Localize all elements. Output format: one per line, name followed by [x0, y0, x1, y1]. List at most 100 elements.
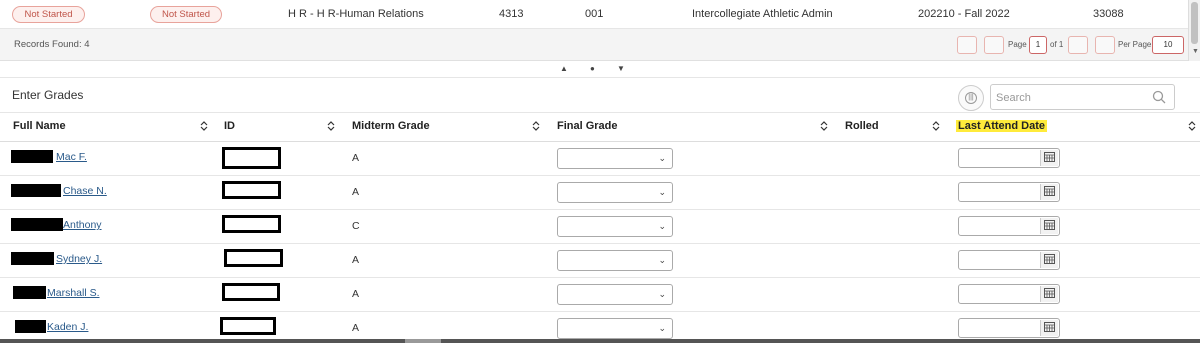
final-grade-select[interactable]: ⌄	[557, 318, 673, 339]
course-row[interactable]: Not Started Not Started H R - H R-Human …	[0, 0, 1188, 29]
final-grade-select[interactable]: ⌄	[557, 182, 673, 203]
collapse-up-icon[interactable]: ▲	[560, 64, 568, 73]
highlighted-label: Last Attend Date	[956, 120, 1047, 132]
panel-title: Enter Grades	[12, 88, 84, 102]
search-input[interactable]	[996, 90, 1146, 105]
midterm-grade: A	[352, 288, 360, 300]
last-attend-date-input[interactable]	[958, 318, 1060, 338]
per-page-label: Per Page	[1118, 40, 1152, 49]
redacted-surname	[11, 252, 54, 265]
course-subject: H R - H R-Human Relations	[288, 8, 424, 20]
scrollbar-thumb[interactable]	[405, 339, 441, 343]
splitter-dot-icon[interactable]: ●	[590, 64, 595, 73]
last-attend-date-input[interactable]	[958, 284, 1060, 304]
expand-down-icon[interactable]: ▼	[617, 64, 625, 73]
course-term: 202210 - Fall 2022	[918, 8, 1010, 20]
last-attend-date-input[interactable]	[958, 216, 1060, 236]
panel-divider	[0, 112, 1200, 113]
redacted-surname	[11, 150, 53, 163]
redacted-id	[222, 147, 281, 169]
sort-icon[interactable]	[327, 120, 335, 132]
calendar-icon[interactable]	[1040, 320, 1058, 336]
status-badge-grading: Not Started	[12, 6, 85, 23]
sort-icon[interactable]	[820, 120, 828, 132]
last-page-button[interactable]	[1095, 36, 1115, 54]
chevron-down-icon: ⌄	[658, 153, 666, 163]
student-name-link[interactable]: Kaden J.	[47, 321, 88, 333]
final-grade-select[interactable]: ⌄	[557, 250, 673, 271]
sort-icon[interactable]	[532, 120, 540, 132]
sort-icon[interactable]	[1188, 120, 1196, 132]
col-header-final-grade[interactable]: Final Grade	[557, 120, 618, 132]
page-label: Page	[1008, 40, 1027, 49]
last-attend-date-input[interactable]	[958, 182, 1060, 202]
calendar-icon[interactable]	[1040, 150, 1058, 166]
student-name-link[interactable]: Sydney J.	[56, 253, 102, 265]
student-name-link[interactable]: Chase N.	[63, 185, 107, 197]
chevron-down-icon: ⌄	[658, 221, 666, 231]
final-grade-select[interactable]: ⌄	[557, 148, 673, 169]
chevron-down-icon: ⌄	[658, 255, 666, 265]
redacted-surname	[11, 218, 63, 231]
redacted-id	[224, 249, 283, 267]
course-crn: 33088	[1093, 8, 1124, 20]
search-icon[interactable]	[1152, 90, 1166, 104]
page-of-label: of 1	[1050, 40, 1064, 49]
redacted-surname	[13, 286, 46, 299]
table-row: Anthony C ⌄	[0, 210, 1200, 244]
col-header-last-attend-date[interactable]: Last Attend Date	[956, 120, 1047, 132]
per-page-input[interactable]: 10	[1152, 36, 1184, 54]
sort-icon[interactable]	[932, 120, 940, 132]
redacted-id	[222, 215, 281, 233]
final-grade-select[interactable]: ⌄	[557, 284, 673, 305]
panel-splitter: ▲ ● ▼	[0, 61, 1200, 78]
chevron-down-icon: ⌄	[658, 289, 666, 299]
midterm-grade: A	[352, 152, 360, 164]
horizontal-scrollbar[interactable]	[0, 339, 1200, 343]
redacted-id	[222, 181, 281, 199]
table-row: Sydney J. A ⌄	[0, 244, 1200, 278]
next-page-button[interactable]	[1068, 36, 1088, 54]
last-attend-date-input[interactable]	[958, 250, 1060, 270]
prev-page-button[interactable]	[984, 36, 1004, 54]
records-found: Records Found: 4	[14, 39, 90, 50]
course-section: 001	[585, 8, 604, 20]
student-name-link[interactable]: Anthony	[63, 219, 102, 231]
status-badge-rolled: Not Started	[150, 6, 222, 23]
col-header-midterm-grade[interactable]: Midterm Grade	[352, 120, 430, 132]
col-header-id[interactable]: ID	[224, 120, 235, 132]
page-number-input[interactable]: 1	[1029, 36, 1047, 54]
student-name-link[interactable]: Marshall S.	[47, 287, 100, 299]
course-number: 4313	[499, 8, 524, 20]
redacted-surname	[15, 320, 46, 333]
calendar-icon[interactable]	[1040, 218, 1058, 234]
course-title: Intercollegiate Athletic Admin	[692, 8, 833, 20]
midterm-grade: A	[352, 186, 360, 198]
pagination-bar: Records Found: 4 Page 1 of 1 Per Page 10	[0, 29, 1188, 61]
first-page-button[interactable]	[957, 36, 977, 54]
col-header-rolled[interactable]: Rolled	[845, 120, 879, 132]
midterm-grade: C	[352, 220, 360, 232]
sort-icon[interactable]	[200, 120, 208, 132]
vertical-scrollbar[interactable]: ▼	[1188, 0, 1200, 61]
table-row: Marshall S. A ⌄	[0, 278, 1200, 312]
redacted-id	[220, 317, 276, 335]
table-row: Mac F. A ⌄	[0, 142, 1200, 176]
calendar-icon[interactable]	[1040, 184, 1058, 200]
search-field[interactable]	[990, 84, 1175, 110]
scroll-down-icon[interactable]: ▼	[1192, 48, 1199, 55]
last-attend-date-input[interactable]	[958, 148, 1060, 168]
redacted-surname	[11, 184, 61, 197]
col-header-full-name[interactable]: Full Name	[13, 120, 66, 132]
redacted-id	[222, 283, 280, 301]
columns-icon: |||	[965, 92, 977, 104]
midterm-grade: A	[352, 254, 360, 266]
chevron-down-icon: ⌄	[658, 187, 666, 197]
final-grade-select[interactable]: ⌄	[557, 216, 673, 237]
columns-button[interactable]: |||	[958, 85, 984, 111]
calendar-icon[interactable]	[1040, 252, 1058, 268]
student-name-link[interactable]: Mac F.	[56, 151, 87, 163]
table-row: Chase N. A ⌄	[0, 176, 1200, 210]
scrollbar-thumb[interactable]	[1191, 2, 1198, 44]
calendar-icon[interactable]	[1040, 286, 1058, 302]
